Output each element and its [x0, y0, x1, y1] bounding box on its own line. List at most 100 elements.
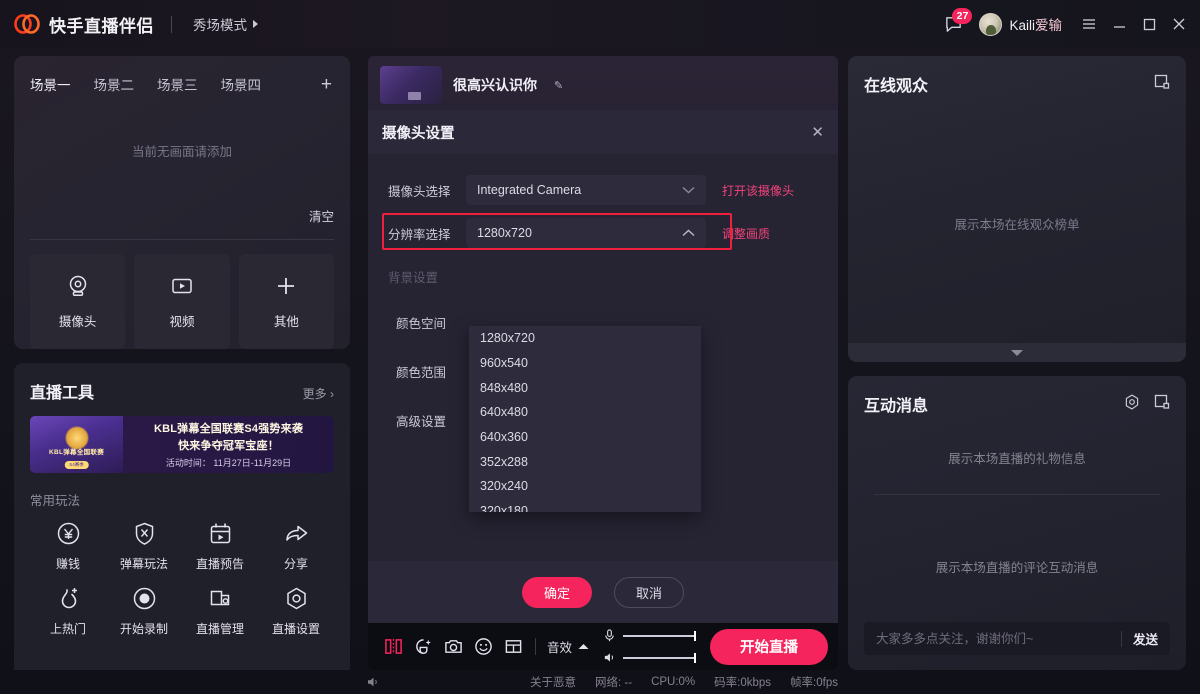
- resolution-option[interactable]: 848x480: [469, 375, 701, 400]
- mirror-flip-icon: [384, 638, 402, 655]
- scene-tab-1[interactable]: 场景一: [30, 74, 71, 94]
- messages-settings-button[interactable]: [1124, 393, 1140, 415]
- tool-live-preview[interactable]: 直播预告: [182, 521, 258, 572]
- audio-effects-button[interactable]: 音效: [547, 637, 589, 656]
- sticker-face-button[interactable]: [468, 632, 498, 662]
- toolbar-divider: [535, 638, 536, 655]
- camera-select-value: Integrated Camera: [477, 183, 582, 197]
- mirror-flip-button[interactable]: [378, 632, 408, 662]
- viewers-collapse-button[interactable]: [848, 343, 1186, 362]
- color-range-label: 颜色范围: [396, 365, 447, 380]
- confirm-button[interactable]: 确定: [522, 576, 592, 608]
- chevron-down-icon: [1011, 349, 1023, 356]
- resolution-select-dropdown[interactable]: 1280x720: [466, 218, 706, 248]
- message-badge: 27: [952, 8, 973, 24]
- right-column: 在线观众 展示本场在线观众榜单 互动消息 展示本场直播的礼物信息 展示本场直播的…: [848, 56, 1186, 670]
- chevron-up-icon: [578, 644, 589, 649]
- interaction-messages-panel: 互动消息 展示本场直播的礼物信息 展示本场直播的评论互动消息 大家多多点关注，谢…: [848, 376, 1186, 670]
- network-status: 网络: --: [595, 677, 633, 689]
- webcam-icon: [69, 275, 86, 296]
- mute-button[interactable]: [366, 675, 380, 689]
- viewers-header: 在线观众: [848, 56, 1186, 96]
- banner-line2: 快来争夺冠军宝座！: [178, 440, 279, 452]
- resolution-option[interactable]: 1280x720: [469, 326, 701, 351]
- minimize-button[interactable]: [1104, 7, 1134, 41]
- dialog-body: 摄像头选择 Integrated Camera 打开该摄像头 分辨率选择 128…: [368, 154, 838, 561]
- start-live-button[interactable]: 开始直播: [710, 628, 828, 665]
- viewers-popout-button[interactable]: [1154, 74, 1170, 95]
- camera-snapshot-button[interactable]: [438, 632, 468, 662]
- dialog-footer: 确定 取消: [368, 561, 838, 623]
- tools-header: 直播工具 更多 ›: [30, 379, 334, 403]
- open-camera-link[interactable]: 打开该摄像头: [722, 182, 794, 199]
- scene-panel: 场景一 场景二 场景三 场景四 + 当前无画面请添加 清空 摄像头 视频 其他: [14, 56, 350, 349]
- source-webcam-button[interactable]: 摄像头: [30, 254, 126, 349]
- tool-share[interactable]: 分享: [258, 521, 334, 572]
- speaker-slider[interactable]: [603, 651, 697, 664]
- resolution-options-list[interactable]: 1280x720 960x540 848x480 640x480 640x360…: [469, 326, 701, 512]
- source-video-button[interactable]: 视频: [134, 254, 230, 349]
- resolution-option[interactable]: 640x480: [469, 400, 701, 425]
- resolution-option[interactable]: 960x540: [469, 351, 701, 376]
- titlebar-right: 27 Kaili爱输: [935, 6, 1200, 42]
- chat-input[interactable]: [876, 631, 1110, 646]
- close-button[interactable]: [1164, 7, 1194, 41]
- resolution-select-row: 分辨率选择 1280x720 调整画质: [368, 213, 838, 253]
- chevron-down-icon: [682, 186, 695, 194]
- resolution-option[interactable]: 352x288: [469, 449, 701, 474]
- hamburger-menu-button[interactable]: [1074, 7, 1104, 41]
- pencil-edit-icon[interactable]: ✎: [554, 79, 563, 92]
- advanced-settings-label: 高级设置: [396, 414, 447, 429]
- avatar[interactable]: [979, 12, 1003, 36]
- tools-more-button[interactable]: 更多 ›: [303, 385, 334, 402]
- viewers-actions: [1154, 74, 1170, 95]
- video-play-icon: [172, 278, 192, 294]
- live-tools-panel: 直播工具 更多 › KBL弹幕全国联赛 S4赛季 KBL弹幕全国联赛S4强势来袭…: [14, 363, 350, 683]
- adjust-quality-link[interactable]: 调整画质: [722, 225, 770, 242]
- audio-effects-label: 音效: [547, 641, 573, 655]
- microphone-slider[interactable]: [603, 629, 697, 642]
- layout-grid-button[interactable]: [498, 632, 528, 662]
- tool-start-record[interactable]: 开始录制: [106, 586, 182, 637]
- scene-tab-4[interactable]: 场景四: [221, 74, 262, 94]
- source-other-label: 其他: [273, 315, 299, 329]
- tools-section-label: 常用玩法: [30, 494, 81, 508]
- camera-select-dropdown[interactable]: Integrated Camera: [466, 175, 706, 205]
- dialog-close-button[interactable]: ✕: [811, 125, 824, 140]
- tool-live-settings[interactable]: 直播设置: [258, 586, 334, 637]
- popout-window-icon: [1154, 394, 1170, 409]
- add-scene-button[interactable]: +: [321, 75, 334, 94]
- tool-make-money[interactable]: 赚钱: [30, 521, 106, 572]
- microphone-slider-track[interactable]: [623, 630, 697, 641]
- dialog-title: 摄像头设置: [382, 125, 455, 142]
- clear-scene-button[interactable]: 清空: [14, 206, 350, 225]
- beauty-filter-button[interactable]: [408, 632, 438, 662]
- mode-selector[interactable]: 秀场模式: [193, 14, 258, 34]
- speaker-slider-track[interactable]: [623, 652, 697, 663]
- audio-sliders: [603, 629, 697, 664]
- send-button[interactable]: 发送: [1133, 629, 1158, 648]
- source-other-button[interactable]: 其他: [238, 254, 334, 349]
- scene-tab-2[interactable]: 场景二: [94, 74, 135, 94]
- comment-empty-text: 展示本场直播的评论互动消息: [935, 561, 1099, 575]
- camera-snapshot-icon: [444, 640, 462, 653]
- banner-text: KBL弹幕全国联赛S4强势来袭 快来争夺冠军宝座！ 活动时间： 11月27日-1…: [123, 416, 334, 473]
- message-button[interactable]: 27: [935, 6, 973, 42]
- cancel-button[interactable]: 取消: [614, 576, 684, 608]
- resolution-option[interactable]: 320x180: [469, 499, 701, 512]
- tool-live-manage[interactable]: 直播管理: [182, 586, 258, 637]
- scene-tab-3[interactable]: 场景三: [157, 74, 198, 94]
- resolution-option[interactable]: 640x360: [469, 425, 701, 450]
- resolution-option[interactable]: 320x240: [469, 474, 701, 499]
- promo-banner[interactable]: KBL弹幕全国联赛 S4赛季 KBL弹幕全国联赛S4强势来袭 快来争夺冠军宝座！…: [30, 416, 334, 473]
- color-space-label: 颜色空间: [396, 316, 447, 331]
- tool-danmu-game[interactable]: 弹幕玩法: [106, 521, 182, 572]
- username[interactable]: Kaili爱输: [1009, 14, 1062, 34]
- tool-trending[interactable]: 上热门: [30, 586, 106, 637]
- tool-label: 直播管理: [195, 622, 244, 636]
- about-link[interactable]: 关于恶意: [530, 674, 576, 690]
- messages-popout-button[interactable]: [1154, 394, 1170, 415]
- camera-settings-dialog: 摄像头设置 ✕ 摄像头选择 Integrated Camera 打开该摄像头 分…: [368, 110, 838, 623]
- maximize-button[interactable]: [1134, 7, 1164, 41]
- preview-panel: 很高兴认识你 ✎ 摄像头设置 ✕ 摄像头选择 Integrated Camera: [368, 56, 838, 670]
